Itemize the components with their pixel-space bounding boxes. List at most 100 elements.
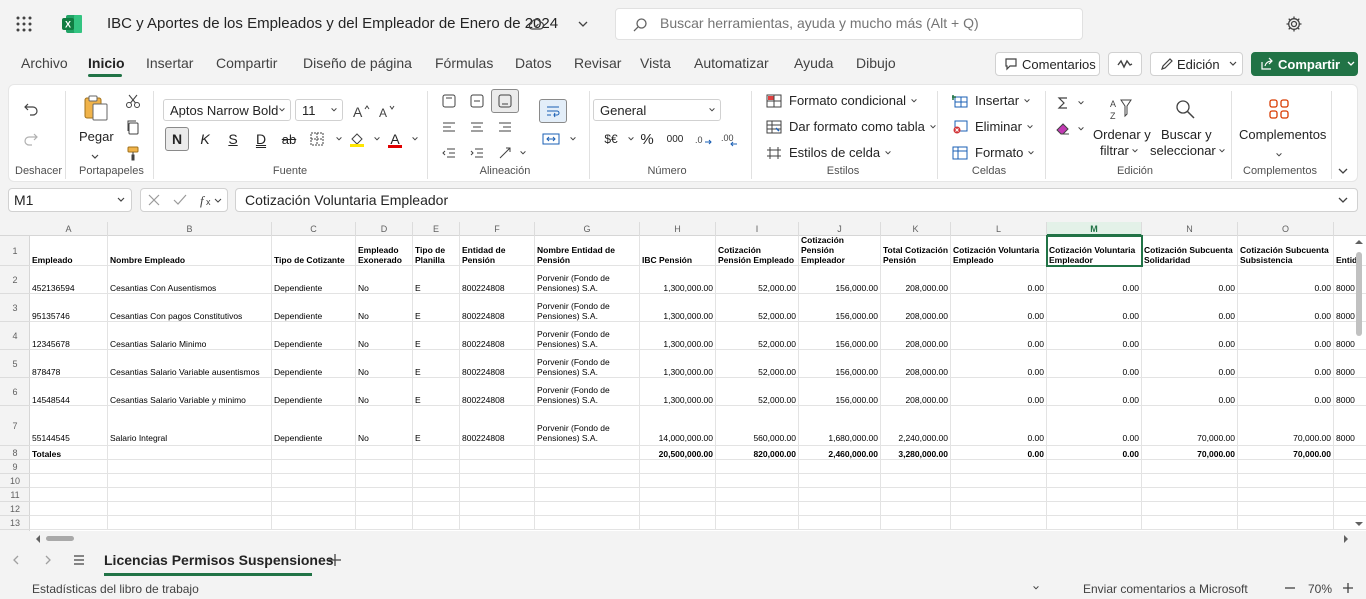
empty-cell[interactable] (272, 488, 356, 502)
cell[interactable]: 0.00 (1047, 294, 1142, 322)
cell[interactable]: 0.00 (951, 322, 1047, 350)
tab-formulas[interactable]: Fórmulas (435, 55, 493, 71)
empty-cell[interactable] (881, 488, 951, 502)
cell[interactable] (535, 446, 640, 460)
align-center-icon[interactable] (465, 115, 489, 139)
empty-cell[interactable] (356, 516, 413, 530)
cell[interactable]: 0.00 (1142, 322, 1238, 350)
cell[interactable]: 70,000.00 (1142, 406, 1238, 446)
workbook-statistics[interactable]: Estadísticas del libro de trabajo (32, 582, 199, 596)
empty-cell[interactable] (30, 460, 108, 474)
empty-cell[interactable] (356, 488, 413, 502)
cell[interactable]: Dependiente (272, 378, 356, 406)
cell[interactable]: Tipo de Cotizante (272, 236, 356, 266)
cell[interactable]: 208,000.00 (881, 294, 951, 322)
cell[interactable]: Porvenir (Fondo de Pensiones) S.A. (535, 406, 640, 446)
chevron-down-icon[interactable] (1069, 91, 1093, 115)
empty-cell[interactable] (460, 474, 535, 488)
cell[interactable]: 878478 (30, 350, 108, 378)
cell[interactable]: 20,500,000.00 (640, 446, 716, 460)
column-header-d[interactable]: D (356, 222, 413, 236)
cell[interactable]: IBC Pensión (640, 236, 716, 266)
cell[interactable]: No (356, 266, 413, 294)
cell[interactable]: 208,000.00 (881, 322, 951, 350)
document-title[interactable]: IBC y Aportes de los Empleados y del Emp… (107, 15, 558, 32)
column-header-b[interactable]: B (108, 222, 272, 236)
confirm-check-icon[interactable] (173, 193, 187, 207)
align-top-icon[interactable] (437, 89, 461, 113)
increase-font-icon[interactable]: A (349, 99, 373, 123)
row-header-5[interactable]: 5 (0, 350, 30, 378)
cell[interactable]: Cesantias Salario Variable y minimo (108, 378, 272, 406)
empty-cell[interactable] (716, 516, 799, 530)
double-underline-button[interactable]: D (249, 127, 273, 151)
cell[interactable]: 55144545 (30, 406, 108, 446)
column-header-a[interactable]: A (30, 222, 108, 236)
cell[interactable]: 1,300,000.00 (640, 322, 716, 350)
empty-cell[interactable] (535, 516, 640, 530)
empty-cell[interactable] (108, 460, 272, 474)
empty-cell[interactable] (716, 488, 799, 502)
row-header-1[interactable]: 1 (0, 236, 30, 266)
cell[interactable]: 52,000.00 (716, 322, 799, 350)
cell[interactable]: 156,000.00 (799, 266, 881, 294)
cell[interactable]: 0.00 (1142, 378, 1238, 406)
empty-cell[interactable] (356, 460, 413, 474)
empty-cell[interactable] (1142, 460, 1238, 474)
empty-cell[interactable] (799, 516, 881, 530)
previous-sheet-icon[interactable] (10, 554, 22, 566)
cell[interactable] (356, 446, 413, 460)
bold-button[interactable]: N (165, 127, 189, 151)
tab-datos[interactable]: Datos (515, 55, 552, 71)
cell[interactable] (413, 446, 460, 460)
cell[interactable]: Dependiente (272, 266, 356, 294)
cell[interactable]: 14548544 (30, 378, 108, 406)
decrease-font-icon[interactable]: A (375, 99, 399, 123)
empty-cell[interactable] (460, 488, 535, 502)
cell[interactable]: E (413, 266, 460, 294)
column-header-h[interactable]: H (640, 222, 716, 236)
editing-mode-button[interactable]: Edición (1150, 52, 1243, 76)
zoom-out-icon[interactable] (1284, 582, 1296, 594)
cell[interactable]: Dependiente (272, 406, 356, 446)
empty-cell[interactable] (799, 460, 881, 474)
underline-button[interactable]: S (221, 127, 245, 151)
cell[interactable]: Cesantias Con Ausentismos (108, 266, 272, 294)
empty-cell[interactable] (799, 474, 881, 488)
cloud-saved-icon[interactable] (527, 15, 545, 33)
row-header-7[interactable]: 7 (0, 406, 30, 446)
empty-cell[interactable] (951, 502, 1047, 516)
empty-cell[interactable] (716, 460, 799, 474)
cell[interactable]: Nombre Entidad de Pensión (535, 236, 640, 266)
cell[interactable]: Cesantias Salario Variable ausentismos (108, 350, 272, 378)
chevron-down-icon[interactable] (403, 127, 427, 151)
cell[interactable]: 156,000.00 (799, 322, 881, 350)
cell[interactable]: Dependiente (272, 294, 356, 322)
empty-cell[interactable] (1047, 474, 1142, 488)
cell[interactable]: 1,300,000.00 (640, 266, 716, 294)
cell[interactable]: 800224808 (460, 266, 535, 294)
align-middle-icon[interactable] (465, 89, 489, 113)
chevron-down-icon[interactable] (561, 127, 585, 151)
find-select-icon[interactable] (1171, 95, 1199, 123)
insert-cells-button[interactable]: Insertar (951, 93, 1031, 108)
all-sheets-menu-icon[interactable] (72, 553, 86, 567)
cell[interactable]: Entidad de Pensión (460, 236, 535, 266)
cell[interactable]: 208,000.00 (881, 266, 951, 294)
empty-cell[interactable] (1142, 516, 1238, 530)
empty-cell[interactable] (951, 516, 1047, 530)
cell[interactable]: 52,000.00 (716, 266, 799, 294)
italic-button[interactable]: K (193, 127, 217, 151)
cut-icon[interactable] (121, 89, 145, 113)
name-box[interactable]: M1 (8, 188, 132, 212)
row-header-12[interactable]: 12 (0, 502, 30, 516)
undo-icon[interactable] (19, 97, 43, 121)
spreadsheet-grid[interactable]: ABCDEFGHIJKLMNO 1 2 3 4 5 6 7 8 9 10 11 12 13 Emplea… (0, 222, 1366, 531)
copy-icon[interactable] (121, 115, 145, 139)
align-right-icon[interactable] (493, 115, 517, 139)
cell[interactable]: Nombre Empleado (108, 236, 272, 266)
empty-cell[interactable] (1142, 488, 1238, 502)
cell[interactable]: Porvenir (Fondo de Pensiones) S.A. (535, 294, 640, 322)
cell[interactable]: 0.00 (951, 446, 1047, 460)
cell[interactable]: 70,000.00 (1238, 446, 1334, 460)
